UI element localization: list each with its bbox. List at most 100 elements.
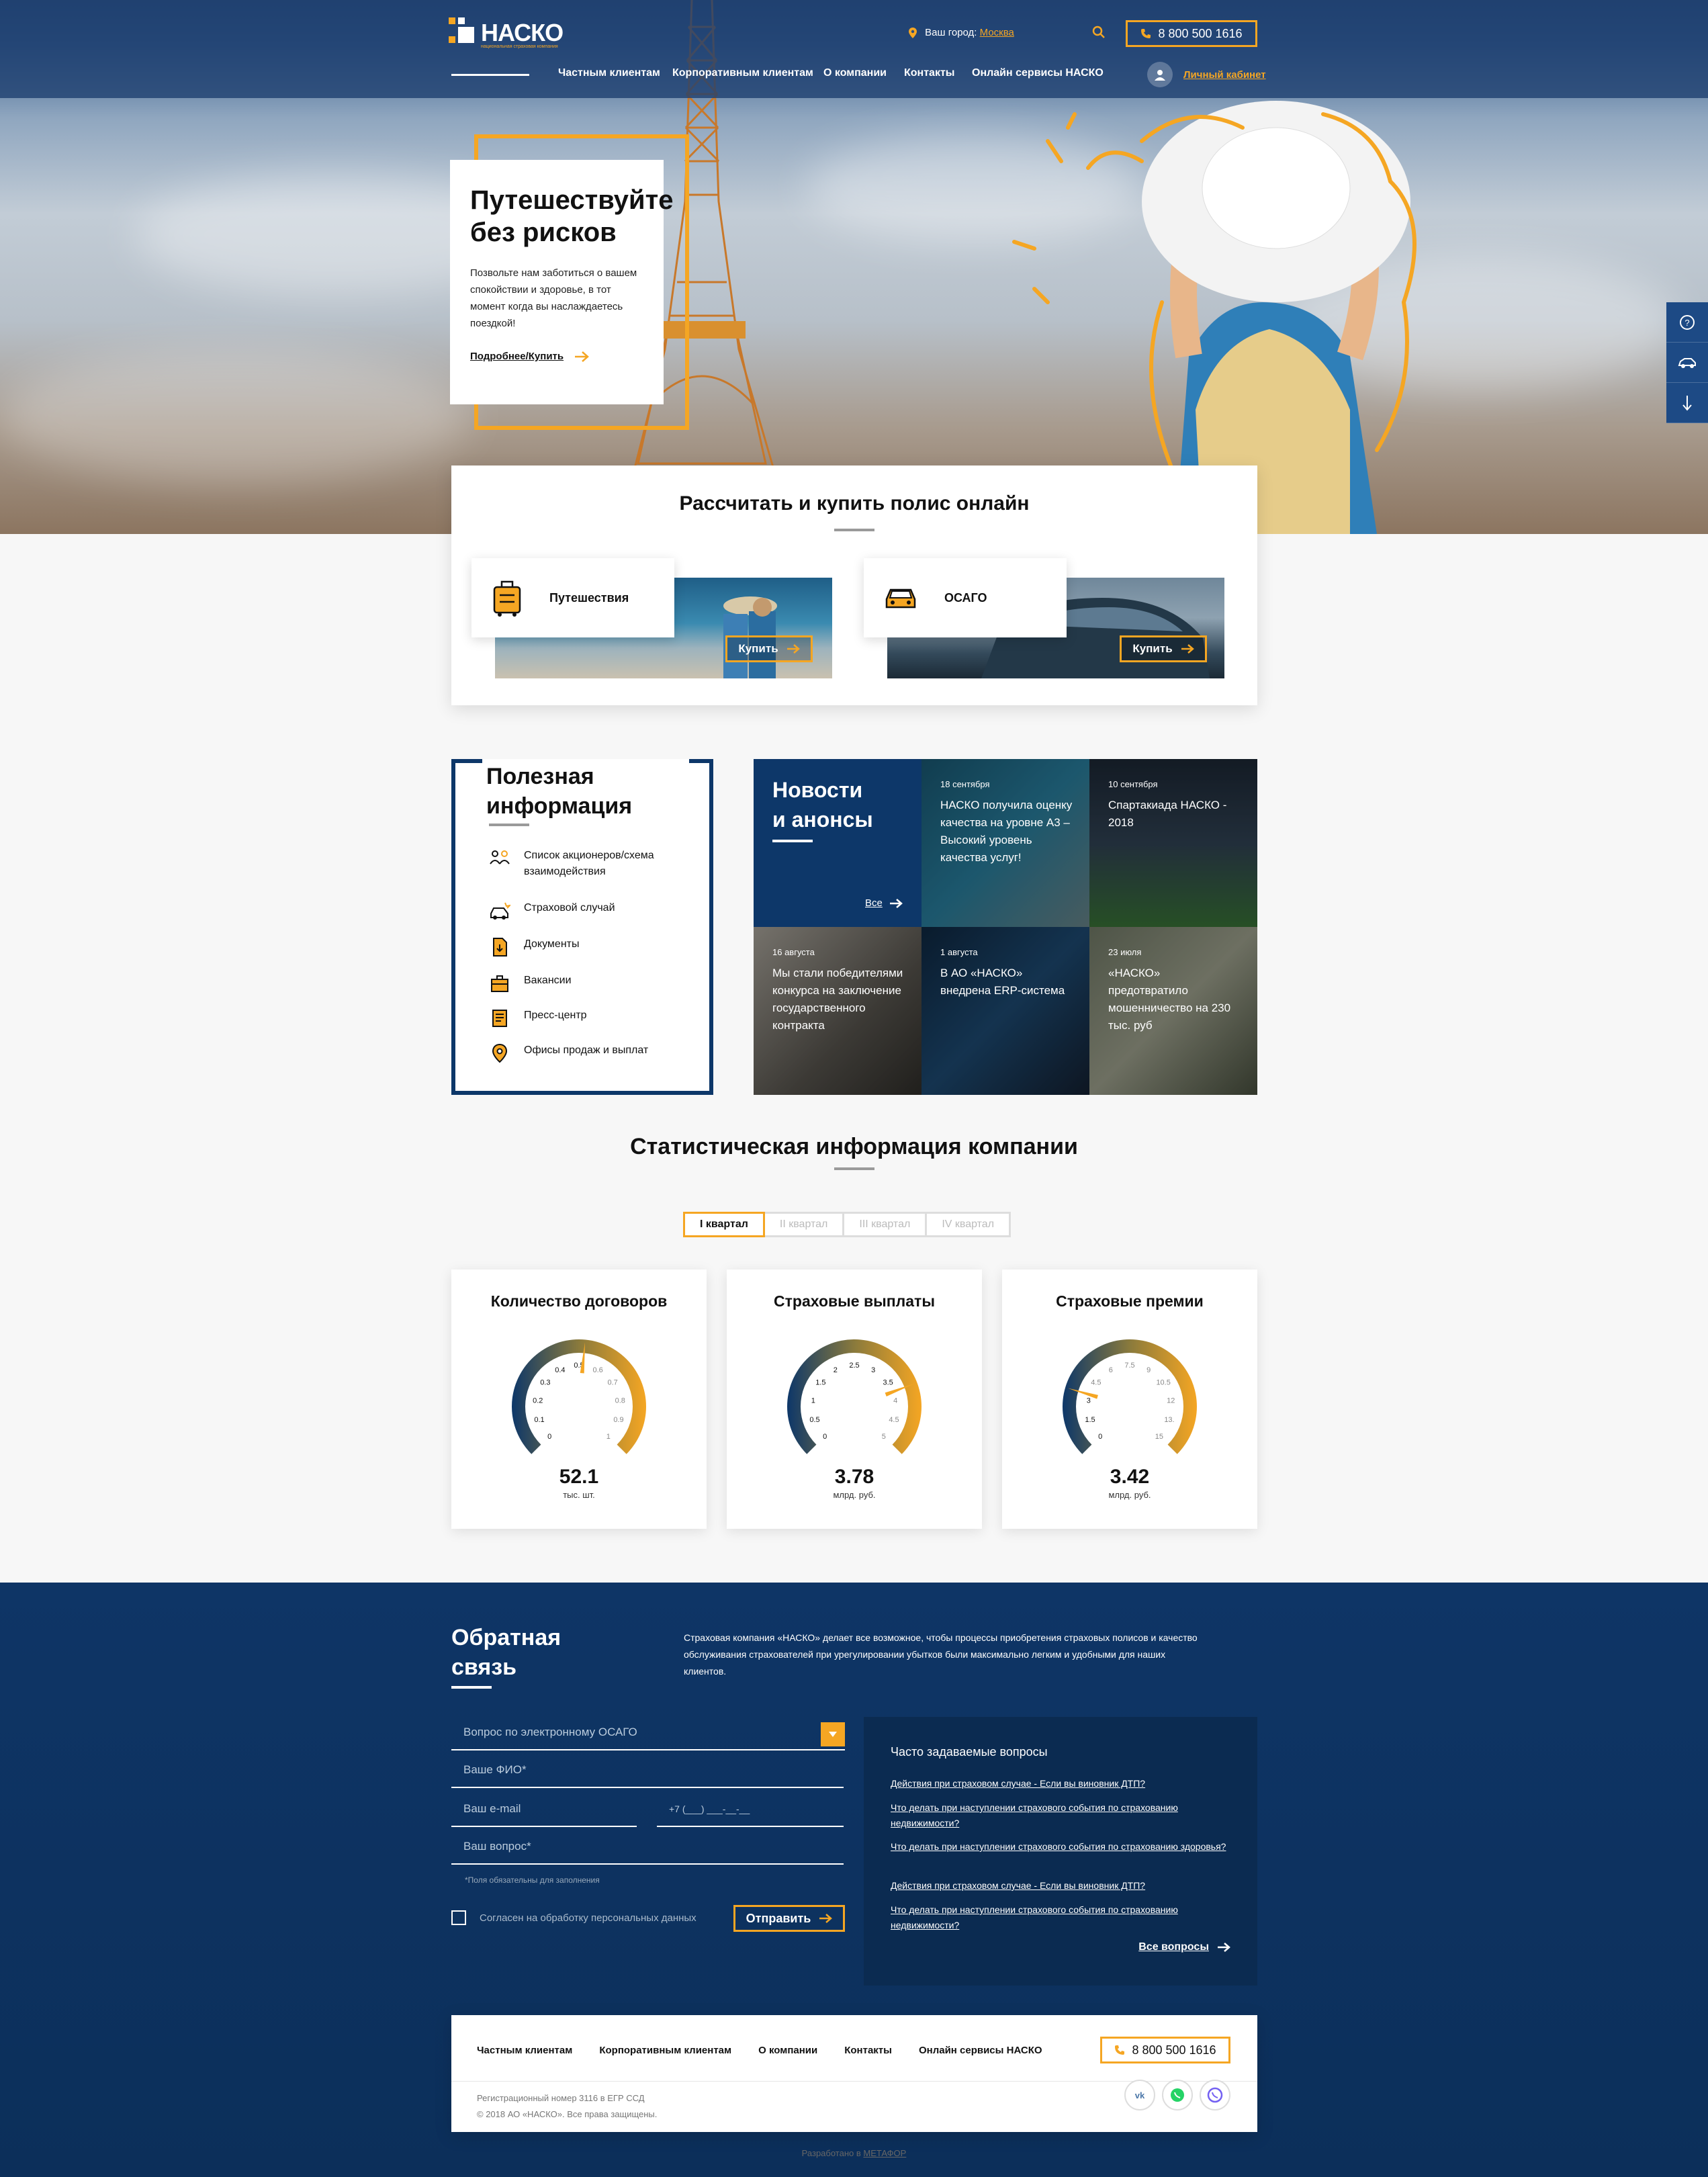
consent-checkbox[interactable]: Согласен на обработку персональных данны…	[451, 1910, 696, 1925]
footer-nav-online[interactable]: Онлайн сервисы НАСКО	[919, 2045, 1042, 2056]
useful-item-press-center[interactable]: Пресс-центр	[489, 1008, 704, 1029]
header-phone-button[interactable]: 8 800 500 1616	[1126, 20, 1257, 47]
logo-tagline: национальная страховая компания	[481, 44, 558, 49]
useful-info-block: Полезная информация Список акционеров/схе…	[451, 759, 713, 1095]
hero-more-link[interactable]: Подробнее/Купить	[470, 351, 643, 362]
gauge-tick-label: 2.5	[849, 1362, 859, 1370]
checkbox-box[interactable]	[451, 1910, 466, 1925]
gauge-tick-label: 1	[811, 1396, 815, 1405]
city-selector[interactable]: Ваш город: Москва	[909, 27, 1014, 39]
stat-card-payouts: Страховые выплаты 0 0.5 1 1.5 2 2.5 3 3.5 4 4.5 5 …	[727, 1270, 982, 1529]
suitcase-icon	[493, 580, 521, 617]
hero-title: Путешествуйте без рисков	[470, 185, 674, 247]
nav-about[interactable]: О компании	[823, 67, 887, 79]
car-crash-icon	[490, 902, 510, 920]
footer-card: Частным клиентам Корпоративным клиентам …	[451, 2015, 1257, 2132]
search-icon[interactable]	[1092, 26, 1106, 39]
phone-field[interactable]: +7 (___) ___-__-__	[657, 1792, 844, 1827]
arrow-right-icon	[786, 644, 800, 654]
vk-icon[interactable]: vk	[1124, 2080, 1155, 2111]
email-field[interactable]: Ваш e-mail	[451, 1792, 637, 1827]
footer-phone-button[interactable]: 8 800 500 1616	[1100, 2037, 1230, 2063]
phone-icon	[1115, 2045, 1125, 2055]
nav-contacts[interactable]: Контакты	[904, 67, 954, 79]
faq-title: Часто задаваемые вопросы	[891, 1745, 1048, 1759]
arrow-right-icon	[575, 351, 590, 362]
faq-item[interactable]: Что делать при наступлении страхового со…	[891, 1800, 1233, 1831]
gauge-tick-label: 12	[1167, 1396, 1175, 1405]
product-card-travel[interactable]: Путешествия	[471, 558, 674, 637]
stat-card-premiums: Страховые премии 0 1.5 3 4.5 6 7.5 9 10.5 12 13. 1…	[1002, 1270, 1257, 1529]
question-type-select[interactable]: Вопрос по электронному ОСАГО	[451, 1716, 845, 1750]
tab-q1[interactable]: I квартал	[683, 1212, 765, 1237]
footer-nav-private[interactable]: Частным клиентам	[477, 2045, 572, 2056]
news-item[interactable]: 1 августа В АО «НАСКО» внедрена ERP-сист…	[922, 927, 1089, 1095]
chevron-down-icon	[821, 1722, 845, 1746]
personal-cabinet-link[interactable]: Личный кабинет	[1147, 62, 1266, 87]
gauge-payouts: 0 0.5 1 1.5 2 2.5 3 3.5 4 4.5 5	[787, 1339, 922, 1459]
useful-title: Полезная информация	[486, 764, 633, 819]
gauge-tick-label: 13.	[1164, 1416, 1174, 1424]
cabinet-label: Личный кабинет	[1183, 69, 1266, 81]
news-item[interactable]: 10 сентября Спартакиада НАСКО - 2018	[1089, 759, 1257, 927]
calc-title-underline	[834, 529, 874, 531]
developer-link[interactable]: МЕТАФОР	[863, 2148, 906, 2158]
buy-travel-button[interactable]: Купить	[725, 635, 813, 662]
viber-icon[interactable]	[1200, 2080, 1230, 2111]
useful-item-offices[interactable]: Офисы продаж и выплат	[489, 1042, 704, 1064]
side-help-button[interactable]: ?	[1666, 302, 1708, 343]
city-value[interactable]: Москва	[980, 27, 1014, 38]
gauge-contracts: 00.10.20.30.40.50.60.70.80.91	[512, 1339, 646, 1459]
footer-legal: Регистрационный номер 3116 в ЕГР ССД © 2…	[477, 2093, 658, 2119]
gauge-tick-label: 0.8	[615, 1396, 625, 1405]
news-item[interactable]: 16 августа Мы стали победителями конкурс…	[754, 927, 922, 1095]
nav-corporate-clients[interactable]: Корпоративным клиентам	[672, 67, 813, 79]
tab-q3[interactable]: III квартал	[842, 1212, 928, 1237]
header-phone-number: 8 800 500 1616	[1158, 26, 1243, 40]
faq-item[interactable]: Действия при страховом случае - Если вы …	[891, 1776, 1233, 1791]
news-item[interactable]: 18 сентября НАСКО получила оценку качест…	[922, 759, 1089, 927]
nav-private-clients[interactable]: Частным клиентам	[558, 67, 660, 79]
gauge-tick-label: 0	[1098, 1433, 1102, 1441]
side-scroll-down-button[interactable]	[1666, 383, 1708, 423]
footer-nav-about[interactable]: О компании	[758, 2045, 817, 2056]
faq-item[interactable]: Что делать при наступлении страхового со…	[891, 1902, 1233, 1933]
gauge-tick-label: 9	[1147, 1366, 1151, 1374]
feedback-description: Страховая компания «НАСКО» делает все во…	[684, 1632, 1198, 1677]
footer-nav-corporate[interactable]: Корпоративным клиентам	[599, 2045, 731, 2056]
news-item[interactable]: 23 июля «НАСКО» предотвратило мошенничес…	[1089, 927, 1257, 1095]
useful-item-shareholders[interactable]: Список акционеров/схема взаимодействия	[489, 848, 704, 880]
tab-q2[interactable]: II квартал	[762, 1212, 845, 1237]
header-bar	[0, 0, 1708, 98]
gauge-tick-label: 1	[606, 1433, 611, 1441]
gauge-tick-label: 1.5	[1085, 1416, 1095, 1424]
footer-nav-contacts[interactable]: Контакты	[844, 2045, 892, 2056]
name-field[interactable]: Ваше ФИО*	[451, 1753, 844, 1788]
gauge-tick-label: 6	[1109, 1366, 1113, 1374]
nasko-logo[interactable]: НАСКО национальная страховая компания	[449, 17, 576, 49]
gauge-premiums: 0 1.5 3 4.5 6 7.5 9 10.5 12 13. 15	[1063, 1339, 1197, 1459]
nav-online-services[interactable]: Онлайн сервисы НАСКО	[972, 67, 1104, 79]
send-button[interactable]: Отправить	[733, 1905, 845, 1932]
newspaper-icon	[492, 1010, 507, 1027]
faq-item[interactable]: Что делать при наступлении страхового со…	[891, 1839, 1233, 1855]
news-all-link[interactable]: Все	[865, 897, 903, 909]
gauge-tick-label: 3.5	[883, 1379, 893, 1387]
gauge-tick-label: 4.5	[889, 1416, 899, 1424]
buy-osago-button[interactable]: Купить	[1120, 635, 1207, 662]
faq-item[interactable]: Действия при страховом случае - Если вы …	[891, 1878, 1233, 1894]
useful-item-vacancies[interactable]: Вакансии	[489, 973, 704, 994]
product-card-osago[interactable]: ОСАГО	[864, 558, 1067, 637]
side-car-button[interactable]	[1666, 343, 1708, 383]
faq-all-link[interactable]: Все вопросы	[1138, 1941, 1230, 1953]
menu-line[interactable]	[451, 74, 529, 76]
useful-item-documents[interactable]: Документы	[489, 936, 704, 958]
gauge-tick-label: 0.5	[809, 1416, 819, 1424]
tab-q4[interactable]: IV квартал	[925, 1212, 1012, 1237]
stats-title: Статистическая информация компании	[630, 1134, 1078, 1159]
useful-item-insurance-case[interactable]: Страховой случай	[489, 900, 704, 922]
question-field[interactable]: Ваш вопрос*	[451, 1830, 844, 1865]
arrow-right-icon	[819, 1914, 833, 1923]
arrow-right-icon	[889, 898, 903, 908]
whatsapp-icon[interactable]	[1162, 2080, 1193, 2111]
